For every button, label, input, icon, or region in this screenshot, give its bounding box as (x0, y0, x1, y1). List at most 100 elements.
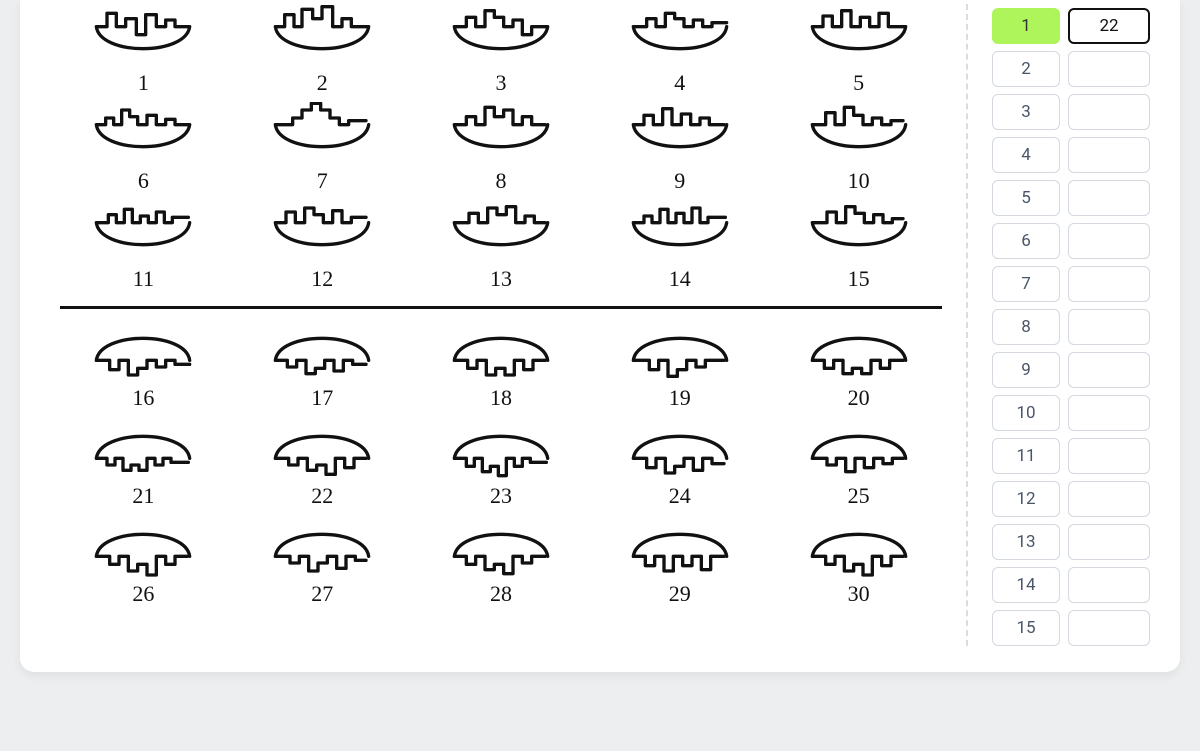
key-label: 11 (133, 266, 154, 292)
answer-row: 2 (992, 51, 1154, 87)
lock-29: 29 (620, 515, 740, 607)
key-label: 13 (490, 266, 512, 292)
key-4: 4 (620, 4, 740, 96)
answer-input[interactable] (1068, 309, 1150, 345)
answer-input[interactable] (1068, 223, 1150, 259)
answer-input[interactable] (1068, 438, 1150, 474)
answer-input[interactable] (1068, 352, 1150, 388)
answer-input[interactable] (1068, 51, 1150, 87)
puzzle-row: 11 12 13 14 15 (54, 200, 948, 292)
answer-input[interactable] (1068, 524, 1150, 560)
answer-number-cell: 12 (992, 481, 1060, 517)
lock-label: 23 (490, 483, 512, 509)
answer-grid: 12223456789101112131415 (992, 4, 1154, 646)
lock-label: 27 (311, 581, 333, 607)
answer-row: 9 (992, 352, 1154, 388)
answer-number-cell: 11 (992, 438, 1060, 474)
answer-input[interactable] (1068, 180, 1150, 216)
lock-28: 28 (441, 515, 561, 607)
lock-label: 26 (132, 581, 154, 607)
answer-number-cell: 14 (992, 567, 1060, 603)
lock-21: 21 (83, 417, 203, 509)
answer-row: 3 (992, 94, 1154, 130)
lock-26: 26 (83, 515, 203, 607)
answer-input[interactable] (1068, 266, 1150, 302)
answer-input[interactable] (1068, 137, 1150, 173)
lock-16: 16 (83, 319, 203, 411)
answer-number-cell: 1 (992, 8, 1060, 44)
test-card: 1 2 3 4 5 6 (20, 0, 1180, 672)
key-label: 6 (138, 168, 149, 194)
answer-number-cell: 5 (992, 180, 1060, 216)
lock-17: 17 (262, 319, 382, 411)
key-label: 2 (317, 70, 328, 96)
answer-row: 6 (992, 223, 1154, 259)
lock-20: 20 (799, 319, 919, 411)
key-6: 6 (83, 102, 203, 194)
lock-19: 19 (620, 319, 740, 411)
key-label: 8 (495, 168, 506, 194)
answer-number-cell: 13 (992, 524, 1060, 560)
key-label: 1 (138, 70, 149, 96)
answer-row: 122 (992, 8, 1154, 44)
answer-row: 11 (992, 438, 1154, 474)
answer-number-cell: 15 (992, 610, 1060, 646)
answer-row: 12 (992, 481, 1154, 517)
key-label: 3 (495, 70, 506, 96)
answer-number-cell: 9 (992, 352, 1060, 388)
answer-number-cell: 4 (992, 137, 1060, 173)
key-7: 7 (262, 102, 382, 194)
key-label: 5 (853, 70, 864, 96)
answer-row: 5 (992, 180, 1154, 216)
puzzle-row: 16 17 18 19 20 (54, 319, 948, 411)
lock-30: 30 (799, 515, 919, 607)
lock-label: 30 (848, 581, 870, 607)
answer-number-cell: 8 (992, 309, 1060, 345)
answer-row: 14 (992, 567, 1154, 603)
lock-label: 25 (848, 483, 870, 509)
lock-23: 23 (441, 417, 561, 509)
answer-input[interactable] (1068, 481, 1150, 517)
puzzle-grid: 1 2 3 4 5 6 (54, 4, 968, 646)
key-9: 9 (620, 102, 740, 194)
answer-number-cell: 10 (992, 395, 1060, 431)
key-10: 10 (799, 102, 919, 194)
answer-row: 8 (992, 309, 1154, 345)
answer-input[interactable] (1068, 395, 1150, 431)
lock-label: 24 (669, 483, 691, 509)
puzzle-row: 26 27 28 29 30 (54, 515, 948, 607)
key-3: 3 (441, 4, 561, 96)
lock-label: 18 (490, 385, 512, 411)
key-label: 9 (674, 168, 685, 194)
section-divider (60, 306, 942, 309)
answer-number-cell: 7 (992, 266, 1060, 302)
answer-row: 13 (992, 524, 1154, 560)
key-label: 10 (848, 168, 870, 194)
key-2: 2 (262, 4, 382, 96)
puzzle-row: 21 22 23 24 25 (54, 417, 948, 509)
answer-input[interactable] (1068, 567, 1150, 603)
lock-label: 29 (669, 581, 691, 607)
answer-input[interactable] (1068, 610, 1150, 646)
key-label: 14 (669, 266, 691, 292)
lock-label: 20 (848, 385, 870, 411)
lock-label: 16 (132, 385, 154, 411)
lock-18: 18 (441, 319, 561, 411)
key-14: 14 (620, 200, 740, 292)
key-13: 13 (441, 200, 561, 292)
key-label: 15 (848, 266, 870, 292)
answer-input[interactable]: 22 (1068, 8, 1150, 44)
answer-row: 4 (992, 137, 1154, 173)
answer-number-cell: 2 (992, 51, 1060, 87)
answer-number-cell: 6 (992, 223, 1060, 259)
key-label: 12 (311, 266, 333, 292)
answer-number-cell: 3 (992, 94, 1060, 130)
lock-label: 17 (311, 385, 333, 411)
lock-27: 27 (262, 515, 382, 607)
answer-input[interactable] (1068, 94, 1150, 130)
key-11: 11 (83, 200, 203, 292)
lock-label: 28 (490, 581, 512, 607)
key-12: 12 (262, 200, 382, 292)
answer-row: 15 (992, 610, 1154, 646)
key-15: 15 (799, 200, 919, 292)
